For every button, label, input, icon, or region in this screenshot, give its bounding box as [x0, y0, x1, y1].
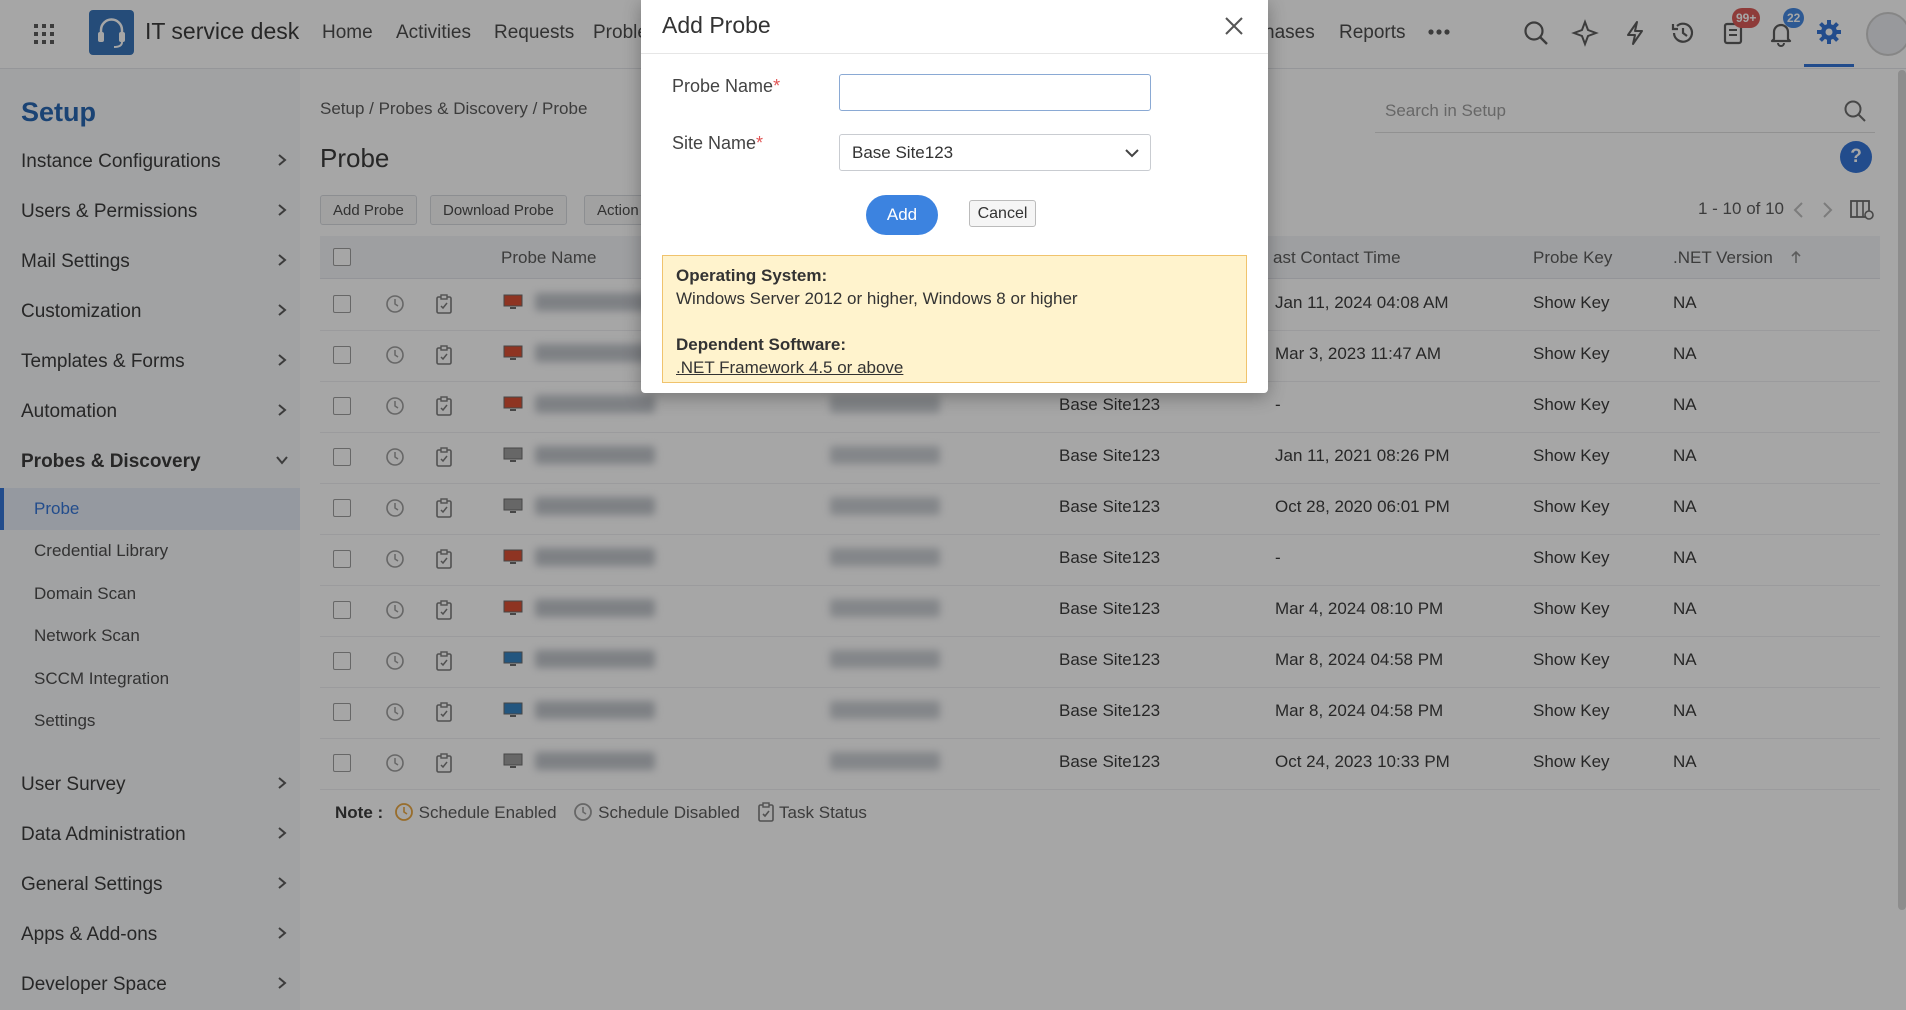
- probe-name-input[interactable]: [839, 74, 1151, 111]
- site-name-select[interactable]: Base Site123: [839, 134, 1151, 171]
- site-name-label: Site Name*: [672, 133, 763, 154]
- os-text: Windows Server 2012 or higher, Windows 8…: [676, 289, 1078, 308]
- dialog-header: Add Probe: [641, 0, 1268, 54]
- net-framework-link[interactable]: .NET Framework 4.5 or above: [676, 358, 903, 377]
- close-icon[interactable]: [1223, 15, 1245, 37]
- add-probe-dialog: Add Probe Probe Name* Site Name* Base Si…: [641, 0, 1268, 393]
- add-button[interactable]: Add: [866, 195, 938, 235]
- required-mark: *: [756, 133, 764, 153]
- chevron-down-icon: [1125, 149, 1139, 158]
- probe-name-label-text: Probe Name: [672, 76, 774, 96]
- dialog-title: Add Probe: [662, 12, 771, 38]
- software-heading: Dependent Software:: [676, 335, 847, 354]
- site-name-label-text: Site Name: [672, 133, 757, 153]
- required-mark: *: [773, 76, 781, 96]
- cancel-button[interactable]: Cancel: [969, 200, 1036, 227]
- requirements-info-box: Operating System: Windows Server 2012 or…: [662, 255, 1247, 383]
- probe-name-label: Probe Name*: [672, 76, 780, 97]
- os-heading: Operating System:: [676, 266, 828, 285]
- site-name-value: Base Site123: [852, 143, 954, 162]
